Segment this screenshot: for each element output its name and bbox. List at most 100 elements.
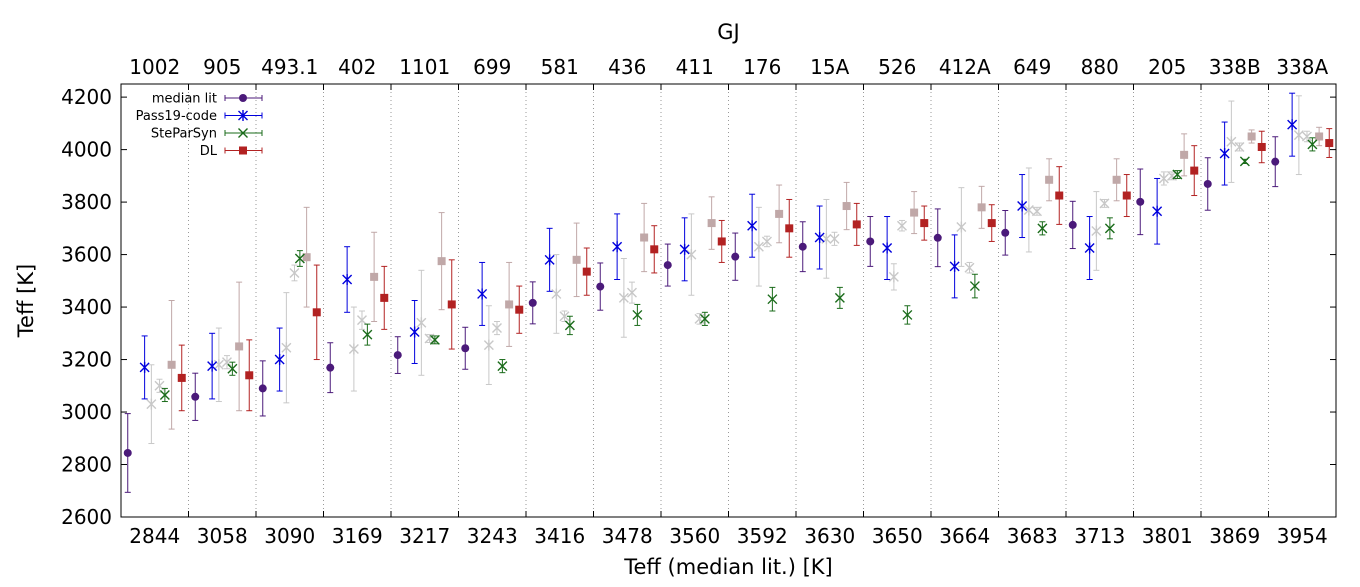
previous-dl-point — [505, 300, 514, 309]
median-lit-point — [1001, 228, 1010, 237]
median-lit-point — [393, 351, 402, 360]
x-tick-label: 3869 — [1209, 524, 1260, 548]
dl-point — [920, 219, 929, 228]
x2-tick-label: 905 — [203, 55, 241, 79]
dl-point — [852, 220, 861, 229]
x2-tick-label: 15A — [810, 55, 849, 79]
x2-tick-label: 526 — [878, 55, 916, 79]
pass19-code-point — [274, 354, 285, 366]
previous-pass19-code-point — [146, 398, 157, 410]
x2-tick-label: 581 — [541, 55, 579, 79]
dl-point — [177, 373, 186, 382]
previous-dl-point — [1315, 132, 1324, 141]
x-tick-label: 3416 — [534, 524, 585, 548]
median-lit-point — [596, 282, 605, 291]
previous-pass19-code-point — [281, 342, 292, 354]
previous-pass19-code-point — [1226, 136, 1237, 148]
previous-series-pass19-code — [146, 95, 1304, 445]
x-tick-label: 3592 — [737, 524, 788, 548]
previous-pass19-code-point — [1091, 225, 1102, 237]
median-lit-point — [326, 363, 335, 372]
x-axis-title: Teff (median lit.) [K] — [623, 555, 833, 579]
median-lit-point — [731, 252, 740, 261]
dl-point — [447, 300, 456, 309]
previous-pass19-code-point — [1293, 129, 1304, 141]
pass19-code-point — [139, 361, 150, 373]
chart-svg: 2600 2800 3000 3200 3400 3600 3800 4000 4200 2844… — [14, 20, 1337, 579]
previous-dl-point — [437, 257, 446, 266]
previous-pass19-code-point — [888, 271, 899, 283]
median-lit-point — [1068, 220, 1077, 229]
median-lit-point — [528, 298, 537, 307]
axes: 2600 2800 3000 3200 3400 3600 3800 4000 4200 2844… — [61, 55, 1336, 548]
previous-dl-point — [842, 202, 851, 211]
previous-pass19-code-point — [618, 292, 629, 304]
x-tick-label: 2844 — [129, 524, 180, 548]
x2-tick-label: 412A — [939, 55, 991, 79]
dl-point — [515, 305, 524, 314]
dl-point — [650, 245, 659, 254]
series-steparsyn — [159, 137, 1318, 403]
previous-pass19-code-point — [213, 359, 224, 371]
series-dl — [177, 128, 1334, 412]
steparsyn-point — [1239, 156, 1250, 167]
y-tick-label: 3600 — [61, 243, 112, 267]
previous-dl-point — [572, 255, 581, 264]
median-lit-point — [1136, 197, 1145, 206]
legend-label: median lit — [152, 92, 217, 107]
x-tick-label: 3683 — [1007, 524, 1058, 548]
median-lit-point — [1271, 157, 1280, 166]
y-tick-label: 3000 — [61, 400, 112, 424]
y-axis-title: Teff [K] — [14, 264, 38, 338]
previous-series-dl — [167, 126, 1324, 430]
x-tick-label: 3058 — [197, 524, 248, 548]
chart: 2600 2800 3000 3200 3400 3600 3800 4000 4200 2844… — [0, 0, 1360, 587]
previous-dl-point — [910, 208, 919, 217]
pass19-code-point — [477, 288, 488, 300]
previous-pass19-code-point — [686, 249, 697, 261]
x-tick-label: 3478 — [602, 524, 653, 548]
x2-tick-label: 411 — [676, 55, 714, 79]
x2-tick-label: 493.1 — [261, 55, 318, 79]
pass19-code-point — [679, 243, 690, 255]
previous-dl-point — [1045, 175, 1054, 184]
previous-dl-point — [1112, 175, 1121, 184]
previous-pass19-code-point — [821, 233, 832, 245]
median-lit-point — [1203, 179, 1212, 188]
pass19-code-point — [409, 326, 420, 338]
pass19-code-point — [342, 274, 353, 286]
dl-point — [312, 308, 321, 317]
dl-point — [785, 224, 794, 233]
pass19-code-point — [1084, 242, 1095, 254]
previous-dl-point — [977, 203, 986, 212]
previous-pass19-code-point — [348, 343, 359, 355]
series-pass19-code — [139, 92, 1298, 400]
median-lit-point — [461, 344, 470, 353]
dl-point — [1190, 166, 1199, 175]
previous-dl-point — [167, 360, 176, 369]
previous-pass19-code-point — [1158, 172, 1169, 184]
legend-dl-point — [239, 146, 247, 155]
previous-dl-point — [640, 233, 649, 242]
x2-tick-label: 338B — [1209, 55, 1261, 79]
median-lit-point — [123, 448, 132, 457]
dl-point — [1122, 191, 1131, 200]
top-axis-title: GJ — [717, 20, 739, 44]
grid-lines — [188, 84, 1269, 517]
x2-tick-label: 402 — [338, 55, 376, 79]
pass19-code-point — [544, 254, 555, 266]
median-lit-point — [866, 237, 875, 246]
x2-tick-label: 176 — [743, 55, 781, 79]
x2-tick-label: 1002 — [129, 55, 180, 79]
median-lit-point — [933, 233, 942, 242]
y-tick-label: 3800 — [61, 190, 112, 214]
dl-point — [380, 293, 389, 302]
legend-label: Pass19-code — [136, 109, 217, 124]
median-lit-point — [258, 384, 267, 393]
x-tick-label: 3630 — [804, 524, 855, 548]
x2-tick-label: 1101 — [399, 55, 450, 79]
x-tick-label: 3954 — [1277, 524, 1328, 548]
y-tick-label: 3400 — [61, 295, 112, 319]
dl-point — [245, 371, 254, 380]
x-tick-label: 3713 — [1074, 524, 1125, 548]
